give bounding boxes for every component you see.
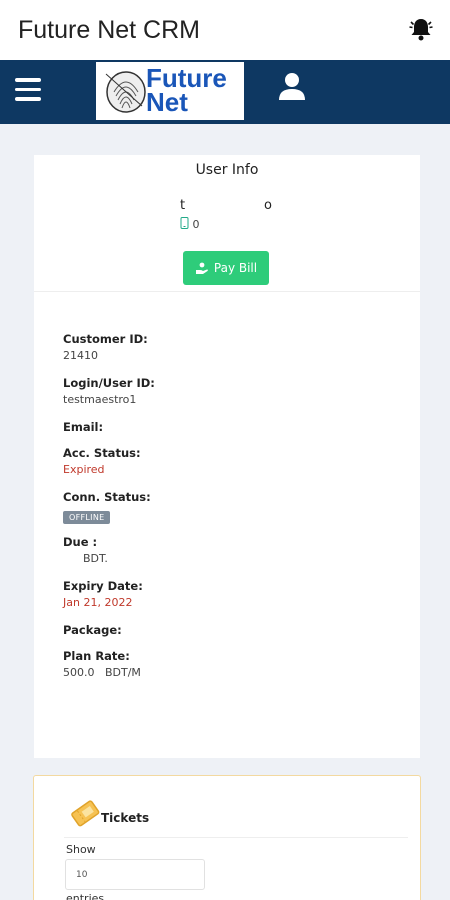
pay-bill-button[interactable]: Pay Bill: [183, 251, 269, 285]
account-details: Customer ID: 21410 Login/User ID: testma…: [63, 331, 393, 692]
package-field: Package:: [63, 622, 393, 638]
field-label: Login/User ID:: [63, 376, 155, 390]
globe-fingerprint-icon: [105, 71, 146, 113]
logo-text: Future Net: [146, 65, 227, 117]
connection-status-field: Conn. Status: OFFLINE: [63, 489, 393, 524]
entries-per-page-select[interactable]: 10: [65, 859, 205, 890]
login-id-field: Login/User ID: testmaestro1: [63, 375, 393, 409]
menu-icon[interactable]: [15, 78, 41, 104]
customer-phone: 0: [180, 217, 200, 231]
tickets-card: Tickets Show 10 entries: [33, 775, 421, 900]
field-label: Customer ID:: [63, 332, 148, 346]
user-profile-icon[interactable]: [278, 72, 306, 102]
notification-bell-icon[interactable]: [408, 16, 434, 42]
plan-rate-field: Plan Rate: 500.0 BDT/M: [63, 648, 393, 682]
due-field: Due : BDT.: [63, 534, 393, 568]
hand-money-icon: [195, 262, 208, 274]
main-navbar: Future Net: [0, 60, 450, 124]
phone-number: 0: [192, 218, 200, 231]
field-label: Due :: [63, 535, 98, 549]
field-label: Package:: [63, 623, 122, 637]
divider: [34, 291, 420, 292]
field-value: 21410: [63, 349, 98, 362]
field-label: Conn. Status:: [63, 490, 151, 504]
user-info-card: User Info t o 0 Pay Bill Customer ID: 21…: [34, 155, 420, 758]
field-label: Acc. Status:: [63, 446, 141, 460]
field-value: Jan 21, 2022: [63, 596, 133, 609]
company-logo: Future Net: [96, 62, 244, 120]
app-title: Future Net CRM: [18, 16, 200, 44]
status-badge: OFFLINE: [63, 511, 111, 524]
field-label: Plan Rate:: [63, 649, 130, 663]
field-value: BDT.: [83, 552, 108, 565]
field-value: 500.0 BDT/M: [63, 666, 141, 679]
ticket-icon: [71, 800, 100, 827]
logo-line2: Net: [146, 87, 188, 117]
field-value: testmaestro1: [63, 393, 137, 406]
entries-label: entries: [66, 892, 105, 900]
expiry-date-field: Expiry Date: Jan 21, 2022: [63, 578, 393, 612]
account-status-field: Acc. Status: Expired: [63, 445, 393, 479]
tickets-heading: Tickets: [101, 811, 150, 825]
customer-name-last: o: [264, 198, 272, 213]
email-field: Email:: [63, 419, 393, 435]
customer-id-field: Customer ID: 21410: [63, 331, 393, 365]
field-value: Expired: [63, 463, 105, 476]
customer-name: t o: [180, 198, 280, 213]
app-titlebar: Future Net CRM: [0, 0, 450, 60]
divider: [64, 837, 408, 838]
field-label: Expiry Date:: [63, 579, 143, 593]
customer-name-first: t: [180, 198, 186, 213]
field-label: Email:: [63, 420, 104, 434]
show-label: Show: [66, 843, 96, 856]
user-info-heading: User Info: [195, 162, 259, 178]
pay-bill-label: Pay Bill: [213, 261, 258, 275]
mobile-phone-icon: [180, 217, 189, 229]
